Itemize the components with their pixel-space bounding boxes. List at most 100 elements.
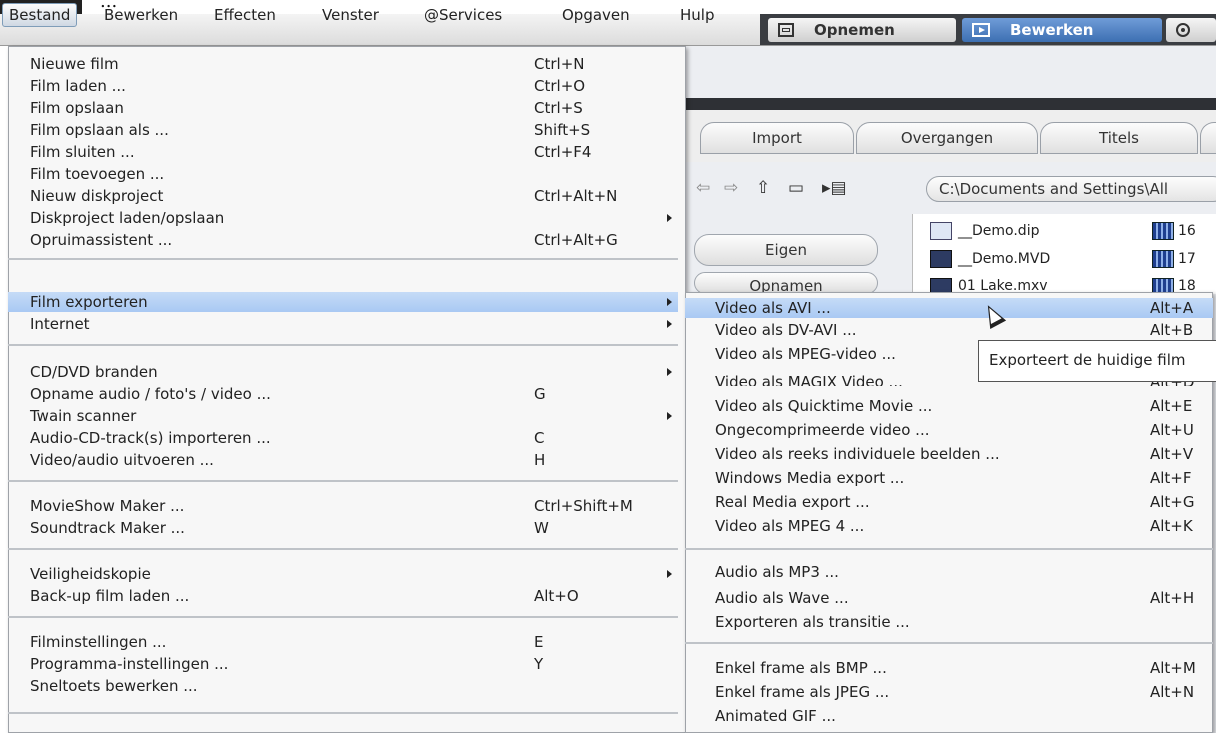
burn-mode-button[interactable] [1166, 18, 1216, 42]
menu-item-label: MovieShow Maker ... [30, 497, 185, 515]
menu-item-film-exporteren[interactable]: Film exporteren [8, 292, 678, 312]
menu-item-twain-scanner[interactable]: Twain scanner [8, 406, 678, 426]
menu-separator [8, 480, 678, 482]
filmstrip-icon [1152, 222, 1174, 240]
submenu-item-real-media[interactable]: Real Media export ... Alt+G [685, 492, 1213, 512]
menu-venster[interactable]: Venster [322, 6, 379, 24]
submenu-item-video-quicktime[interactable]: Video als Quicktime Movie ... Alt+E [685, 396, 1213, 416]
menu-item-film-laden[interactable]: Film laden ... Ctrl+O [8, 76, 678, 96]
menu-item-opname[interactable]: Opname audio / foto's / video ... G [8, 384, 678, 404]
tree-view-icon[interactable]: ▸▤ [822, 178, 847, 198]
menu-item-programma-instellingen[interactable]: Programma-instellingen ... Y [8, 654, 678, 674]
menu-item-shortcut: E [534, 633, 544, 651]
submenu-item-audio-wave[interactable]: Audio als Wave ... Alt+H [685, 588, 1213, 608]
submenu-item-label: Animated GIF ... [715, 707, 836, 725]
tab-titels[interactable]: Titels [1040, 122, 1198, 154]
menu-bewerken[interactable]: Bewerken [104, 6, 178, 24]
menu-item-opruimassistent[interactable]: Opruimassistent ... Ctrl+Alt+G [8, 230, 678, 250]
menu-separator [8, 344, 678, 346]
menu-item-sneltoets-bewerken[interactable]: Sneltoets bewerken ... [8, 676, 678, 696]
back-arrow-icon[interactable]: ⇦ [696, 178, 710, 198]
submenu-item-shortcut: Alt+M [1150, 659, 1196, 677]
tab-import[interactable]: Import [700, 122, 854, 154]
menu-item-diskproject-laden[interactable]: Diskproject laden/opslaan [8, 208, 678, 228]
menu-item-nieuwe-film[interactable]: Nieuwe film Ctrl+N [8, 54, 678, 74]
menu-item-filminstellingen[interactable]: Filminstellingen ... E [8, 632, 678, 652]
submenu-item-audio-mp3[interactable]: Audio als MP3 ... [685, 562, 1213, 582]
menu-item-cd-dvd-branden[interactable]: CD/DVD branden [8, 362, 678, 382]
menu-hulp[interactable]: Hulp [680, 6, 714, 24]
submenu-item-shortcut: Alt+U [1150, 421, 1194, 439]
menu-services[interactable]: @Services [424, 6, 502, 24]
submenu-arrow-icon [667, 412, 672, 420]
file-name: 01 Lake.mxv [958, 278, 1048, 292]
menu-item-label: Opruimassistent ... [30, 231, 173, 249]
menu-item-film-opslaan[interactable]: Film opslaan Ctrl+S [8, 98, 678, 118]
file-item[interactable]: __Demo.MVD [930, 250, 1050, 268]
submenu-item-windows-media[interactable]: Windows Media export ... Alt+F [685, 468, 1213, 488]
menu-item-shortcut: C [534, 429, 545, 447]
submenu-arrow-icon [667, 368, 672, 376]
menu-item-soundtrack-maker[interactable]: Soundtrack Maker ... W [8, 518, 678, 538]
tab-more[interactable] [1200, 122, 1216, 154]
menu-item-video-audio-uitvoeren[interactable]: Video/audio uitvoeren ... H [8, 450, 678, 470]
submenu-item-label: Exporteren als transitie ... [715, 613, 910, 631]
submenu-arrow-icon [667, 320, 672, 328]
tab-overgangen[interactable]: Overgangen [856, 122, 1038, 154]
menu-item-nieuw-diskproject[interactable]: Nieuw diskproject Ctrl+Alt+N [8, 186, 678, 206]
menu-item-internet[interactable]: Internet [8, 314, 678, 334]
submenu-item-shortcut: Alt+E [1150, 397, 1193, 415]
file-item[interactable]: __Demo.dip [930, 222, 1039, 240]
eigen-button[interactable]: Eigen [694, 234, 878, 266]
menu-item-label: Film opslaan als ... [30, 121, 169, 139]
path-field[interactable]: C:\Documents and Settings\All [926, 176, 1216, 202]
menu-item-label: Film toevoegen ... [30, 165, 165, 183]
submenu-item-animated-gif[interactable]: Animated GIF ... [685, 706, 1213, 726]
submenu-item-frame-jpeg[interactable]: Enkel frame als JPEG ... Alt+N [685, 682, 1213, 702]
file-item[interactable]: 01 Lake.mxv [930, 278, 1048, 292]
menu-item-label: CD/DVD branden [30, 363, 158, 381]
menu-effecten[interactable]: Effecten [214, 6, 276, 24]
folder-up-icon[interactable]: ⇧ [756, 178, 770, 198]
submenu-item-shortcut: Alt+H [1150, 589, 1195, 607]
file-item[interactable]: 17 [1152, 250, 1196, 268]
menu-bestand[interactable]: Bestand [2, 3, 78, 27]
computer-icon[interactable]: ▭ [788, 178, 804, 198]
menu-item-label: Internet [30, 315, 90, 333]
record-mode-button[interactable]: Opnemen [768, 18, 956, 42]
submenu-item-shortcut: Alt+G [1150, 493, 1195, 511]
menu-separator [8, 548, 678, 550]
submenu-item-label: Audio als MP3 ... [715, 563, 839, 581]
submenu-item-exporteren-transitie[interactable]: Exporteren als transitie ... [685, 612, 1213, 632]
file-number: 16 [1178, 223, 1196, 239]
edit-mode-button[interactable]: Bewerken [962, 18, 1162, 42]
menu-item-backup-film-laden[interactable]: Back-up film laden ... Alt+O [8, 586, 678, 606]
submenu-item-ongecomprimeerde-video[interactable]: Ongecomprimeerde video ... Alt+U [685, 420, 1213, 440]
menu-item-audio-cd[interactable]: Audio-CD-track(s) importeren ... C [8, 428, 678, 448]
forward-arrow-icon[interactable]: ⇨ [724, 178, 738, 198]
menu-item-label: Film laden ... [30, 77, 126, 95]
file-item[interactable]: 18 [1152, 278, 1196, 292]
menu-item-film-toevoegen[interactable]: Film toevoegen ... [8, 164, 678, 184]
menu-item-label: Film sluiten ... [30, 143, 135, 161]
menu-opgaven[interactable]: Opgaven [562, 6, 630, 24]
submenu-item-shortcut: Alt+N [1150, 683, 1195, 701]
menu-item-movieshow-maker[interactable]: MovieShow Maker ... Ctrl+Shift+M [8, 496, 678, 516]
submenu-item-video-dv-avi[interactable]: Video als DV-AVI ... Alt+B [685, 320, 1213, 338]
submenu-item-video-reeks[interactable]: Video als reeks individuele beelden ... A… [685, 444, 1213, 464]
opnamen-button[interactable]: Opnamen [694, 272, 878, 294]
menu-item-film-sluiten[interactable]: Film sluiten ... Ctrl+F4 [8, 142, 678, 162]
submenu-item-frame-bmp[interactable]: Enkel frame als BMP ... Alt+M [685, 658, 1213, 678]
menu-item-veiligheidskopie[interactable]: Veiligheidskopie [8, 564, 678, 584]
submenu-item-video-avi[interactable]: Video als AVI ... Alt+A [685, 298, 1213, 318]
menu-item-film-opslaan-als[interactable]: Film opslaan als ... Shift+S [8, 120, 678, 140]
submenu-item-video-mpeg4[interactable]: Video als MPEG 4 ... Alt+K [685, 516, 1213, 536]
submenu-item-label: Video als AVI ... [715, 299, 831, 317]
filmstrip-icon [1152, 250, 1174, 268]
file-item[interactable]: 16 [1152, 222, 1196, 240]
film-icon [778, 23, 794, 37]
menu-item-shortcut: Y [534, 655, 544, 673]
submenu-arrow-icon [667, 214, 672, 222]
submenu-item-label: Audio als Wave ... [715, 589, 849, 607]
menu-item-shortcut: Ctrl+O [534, 77, 586, 95]
